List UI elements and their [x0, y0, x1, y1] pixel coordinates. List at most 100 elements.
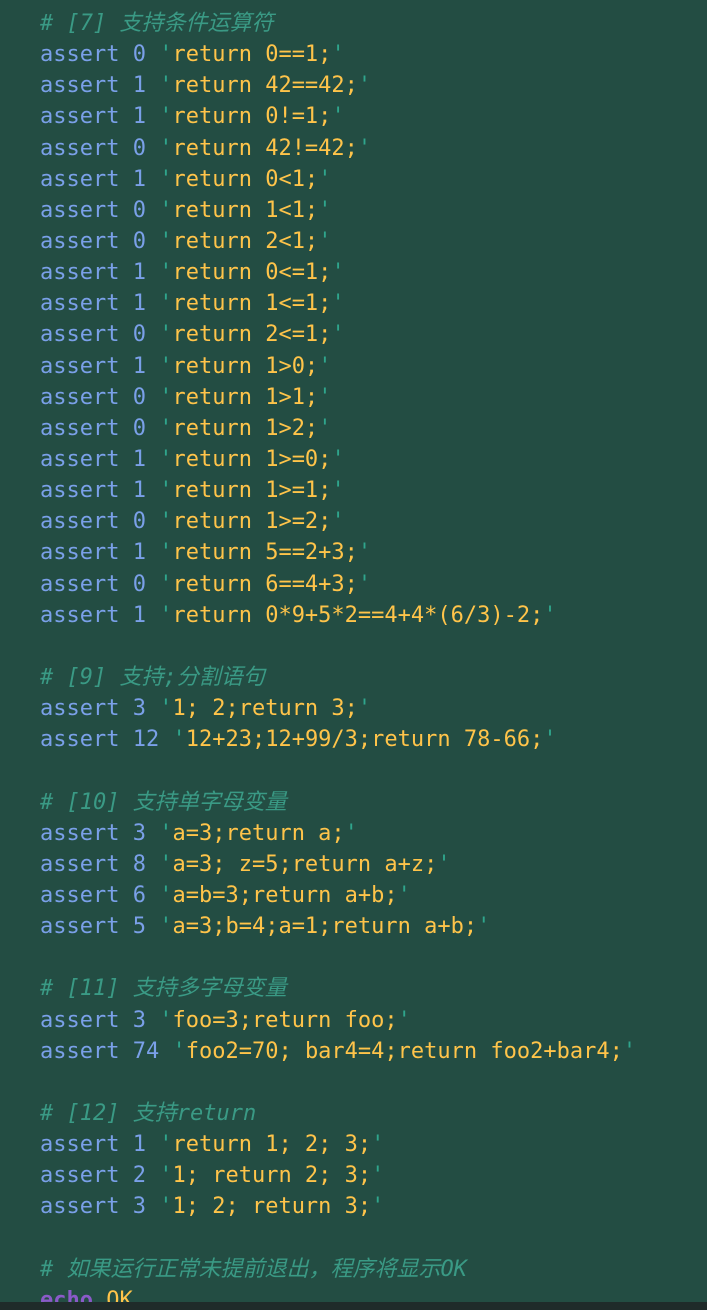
- code-line[interactable]: assert 1 'return 0*9+5*2==4+4*(6/3)-2;': [40, 600, 636, 631]
- code-line[interactable]: # [7] 支持条件运算符: [40, 8, 636, 39]
- assert-keyword: assert: [40, 197, 120, 223]
- code-line[interactable]: assert 1 'return 1>=0;': [40, 444, 636, 475]
- code-line[interactable]: assert 0 'return 2<1;': [40, 226, 636, 257]
- quote-open: ': [159, 291, 173, 317]
- quote-open: ': [159, 914, 173, 940]
- code-line[interactable]: assert 1 'return 0<1;': [40, 164, 636, 195]
- quote-close: ': [543, 602, 557, 628]
- assert-keyword: assert: [40, 228, 120, 254]
- quote-open: ': [159, 384, 173, 410]
- code-line[interactable]: assert 1 'return 42==42;': [40, 70, 636, 101]
- assert-keyword: assert: [40, 540, 120, 566]
- code-line[interactable]: assert 2 '1; return 2; 3;': [40, 1160, 636, 1191]
- assert-keyword: assert: [40, 478, 120, 504]
- code-line[interactable]: [40, 755, 636, 786]
- expected-value: 0: [132, 322, 146, 348]
- quote-close: ': [331, 104, 345, 130]
- code-line[interactable]: assert 5 'a=3;b=4;a=1;return a+b;': [40, 911, 636, 942]
- assert-keyword: assert: [40, 914, 120, 940]
- code-line[interactable]: assert 0 'return 1>1;': [40, 382, 636, 413]
- code-line[interactable]: [40, 1222, 636, 1253]
- assert-keyword: assert: [40, 1038, 120, 1064]
- code-string: return 0==1;: [172, 42, 332, 68]
- expected-value: 0: [132, 197, 146, 223]
- quote-open: ': [159, 1007, 173, 1033]
- code-editor[interactable]: # [7] 支持条件运算符 assert 0 'return 0==1;' asse…: [0, 0, 707, 1310]
- quote-open: ': [172, 1038, 186, 1064]
- code-line[interactable]: # [11] 支持多字母变量: [40, 973, 636, 1004]
- code-line[interactable]: # 如果运行正常未提前退出，程序将显示OK: [40, 1254, 636, 1285]
- horizontal-scrollbar[interactable]: [0, 1302, 707, 1310]
- code-line[interactable]: [40, 942, 636, 973]
- code-string: return 1<=1;: [172, 291, 332, 317]
- code-string: a=3; z=5;return a+z;: [172, 851, 438, 877]
- code-line[interactable]: [40, 1067, 636, 1098]
- code-line[interactable]: assert 6 'a=b=3;return a+b;': [40, 880, 636, 911]
- assert-keyword: assert: [40, 384, 120, 410]
- code-line[interactable]: assert 8 'a=3; z=5;return a+z;': [40, 849, 636, 880]
- quote-open: ': [159, 851, 173, 877]
- comment-text: # [11] 支持多字母变量: [40, 976, 287, 1002]
- code-line[interactable]: assert 3 '1; 2; return 3;': [40, 1191, 636, 1222]
- code-line[interactable]: assert 1 'return 0<=1;': [40, 257, 636, 288]
- code-line[interactable]: # [12] 支持return: [40, 1098, 636, 1129]
- expected-value: 6: [132, 882, 146, 908]
- assert-keyword: assert: [40, 353, 120, 379]
- expected-value: 12: [132, 727, 160, 753]
- expected-value: 1: [132, 1132, 146, 1158]
- assert-keyword: assert: [40, 696, 120, 722]
- assert-keyword: assert: [40, 322, 120, 348]
- code-line[interactable]: assert 1 'return 5==2+3;': [40, 537, 636, 568]
- code-line[interactable]: assert 0 'return 42!=42;': [40, 133, 636, 164]
- expected-value: 1: [132, 602, 146, 628]
- assert-keyword: assert: [40, 135, 120, 161]
- code-line[interactable]: assert 74 'foo2=70; bar4=4;return foo2+b…: [40, 1036, 636, 1067]
- code-line[interactable]: assert 3 'foo=3;return foo;': [40, 1005, 636, 1036]
- code-line[interactable]: assert 0 'return 1<1;': [40, 195, 636, 226]
- code-line[interactable]: assert 12 '12+23;12+99/3;return 78-66;': [40, 724, 636, 755]
- expected-value: 1: [132, 104, 146, 130]
- expected-value: 2: [132, 1163, 146, 1189]
- code-line[interactable]: # [9] 支持;分割语句: [40, 662, 636, 693]
- code-line[interactable]: assert 3 '1; 2;return 3;': [40, 693, 636, 724]
- code-line[interactable]: assert 0 'return 1>2;': [40, 413, 636, 444]
- code-string: return 42!=42;: [172, 135, 358, 161]
- quote-close: ': [357, 696, 372, 722]
- expected-value: 0: [132, 228, 146, 254]
- code-line[interactable]: assert 1 'return 1>=1;': [40, 475, 636, 506]
- code-line[interactable]: assert 0 'return 0==1;': [40, 39, 636, 70]
- code-line[interactable]: # [10] 支持单字母变量: [40, 787, 636, 818]
- code-line[interactable]: assert 1 'return 1; 2; 3;': [40, 1129, 636, 1160]
- quote-close: ': [477, 914, 491, 940]
- code-line[interactable]: [40, 631, 636, 662]
- code-line[interactable]: assert 0 'return 1>=2;': [40, 506, 636, 537]
- code-string: return 2<1;: [172, 228, 319, 254]
- code-line[interactable]: assert 3 'a=3;return a;': [40, 818, 636, 849]
- code-string: return 2<=1;: [172, 322, 332, 348]
- quote-close: ': [357, 135, 372, 161]
- quote-open: ': [159, 415, 173, 441]
- quote-open: ': [159, 882, 173, 908]
- code-line[interactable]: assert 0 'return 6==4+3;': [40, 569, 636, 600]
- code-string: a=3;return a;: [172, 820, 345, 846]
- quote-open: ': [159, 602, 173, 628]
- code-line[interactable]: assert 1 'return 0!=1;': [40, 101, 636, 132]
- quote-close: ': [331, 291, 345, 317]
- comment-text: # 如果运行正常未提前退出，程序将显示OK: [40, 1256, 467, 1282]
- assert-keyword: assert: [40, 291, 120, 317]
- quote-close: ': [331, 478, 345, 504]
- expected-value: 3: [132, 1007, 146, 1033]
- code-line[interactable]: assert 1 'return 1<=1;': [40, 288, 636, 319]
- expected-value: 1: [132, 291, 146, 317]
- quote-close: ': [331, 322, 345, 348]
- quote-close: ': [331, 42, 345, 68]
- code-string: return 1>2;: [172, 415, 319, 441]
- quote-close: ': [437, 851, 451, 877]
- expected-value: 1: [132, 478, 146, 504]
- code-line[interactable]: assert 1 'return 1>0;': [40, 351, 636, 382]
- code-string: return 42==42;: [172, 73, 358, 99]
- code-line[interactable]: assert 0 'return 2<=1;': [40, 319, 636, 350]
- quote-close: ': [318, 415, 332, 441]
- code-area[interactable]: # [7] 支持条件运算符 assert 0 'return 0==1;' asse…: [40, 8, 636, 1310]
- expected-value: 0: [132, 135, 146, 161]
